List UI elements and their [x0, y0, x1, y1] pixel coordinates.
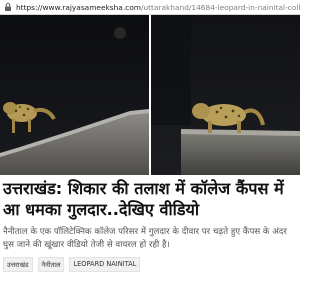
url-path: /uttarakhand/14684-leopard-in-nainital-c… — [140, 2, 300, 12]
tag-leopard-nainital[interactable]: LEOPARD NAINITAL — [69, 257, 141, 272]
address-bar[interactable]: https://www.rajyasameeksha.com/uttarakha… — [0, 0, 300, 15]
article-card: उत्तराखंड: शिकार की तलाश में कॉलेज कैंपस… — [0, 178, 300, 272]
tag-uttarakhand[interactable]: उत्तराखंड — [3, 257, 33, 272]
tag-list: उत्तराखंड नैनीताल LEOPARD NAINITAL — [3, 257, 297, 272]
video-still-left — [0, 15, 149, 175]
tag-nainital[interactable]: नैनीताल — [37, 257, 65, 272]
url-domain: https://www.rajyasameeksha.com — [16, 2, 141, 12]
lock-icon — [3, 2, 13, 12]
article-headline[interactable]: उत्तराखंड: शिकार की तलाश में कॉलेज कैंपस… — [3, 178, 297, 220]
video-thumbnail[interactable] — [0, 15, 300, 175]
video-still-right — [151, 15, 300, 175]
article-summary: नैनीताल के एक पॉलिटेक्निक कॉलेज परिसर मे… — [3, 227, 287, 250]
